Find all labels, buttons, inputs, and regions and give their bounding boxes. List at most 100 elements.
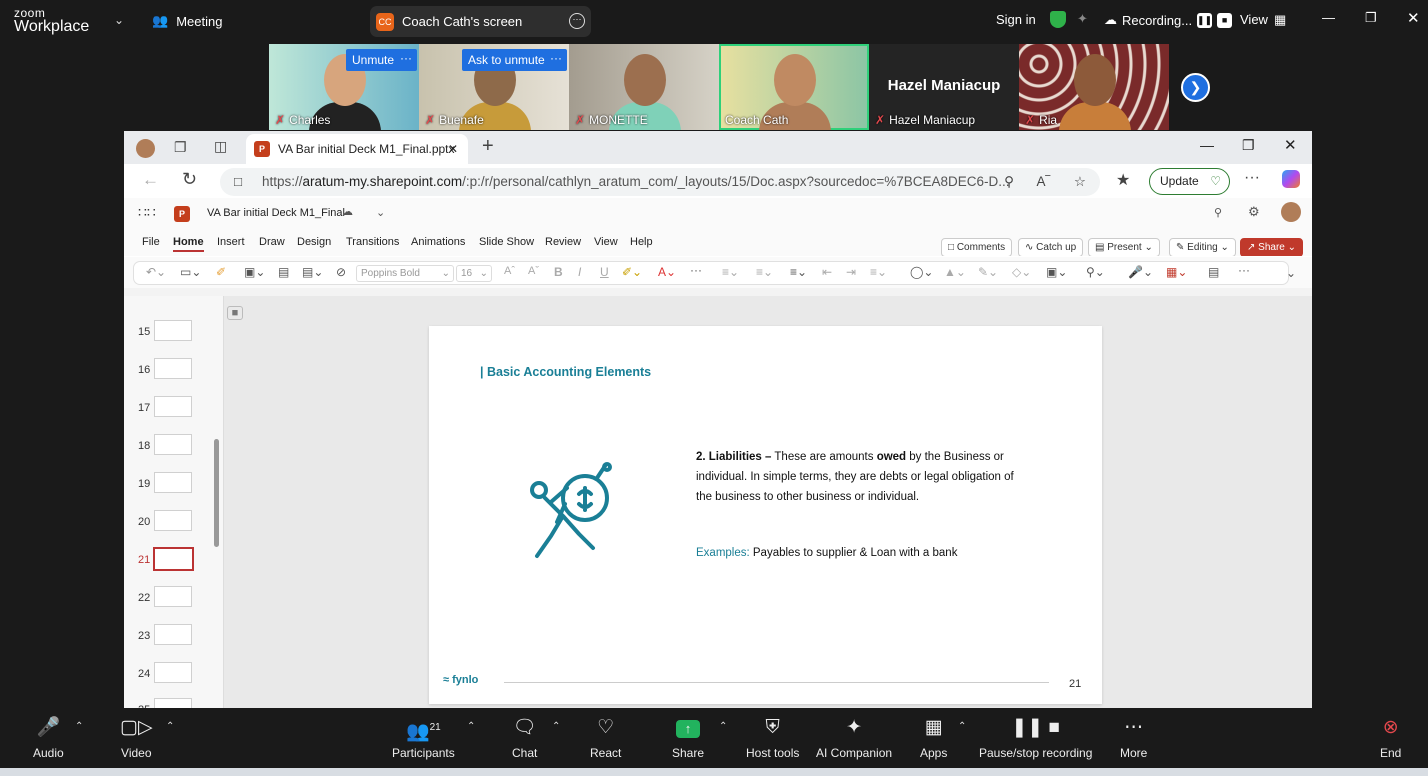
tab-home[interactable]: Home [173, 236, 204, 252]
document-title[interactable]: VA Bar initial Deck M1_Final [207, 207, 345, 219]
recording-indicator[interactable]: ☁ Recording... ❚❚ ■ [1104, 12, 1233, 28]
copilot-icon[interactable] [1282, 170, 1300, 188]
tile-more-icon[interactable]: ··· [395, 49, 417, 71]
designer-icon[interactable]: ▦⌄ [1166, 265, 1187, 279]
title-chevron-icon[interactable]: ⌄ [376, 206, 385, 219]
share-screen-button[interactable]: ↑ Share [672, 716, 704, 760]
tab-design[interactable]: Design [297, 236, 331, 248]
thumbnail-scrollbar[interactable] [214, 439, 219, 547]
more-font-icon[interactable]: ··· [690, 263, 702, 277]
font-color-icon[interactable]: A⌄ [658, 265, 676, 279]
browser-menu-icon[interactable]: ··· [1244, 169, 1260, 187]
refresh-icon[interactable]: ↻ [182, 169, 197, 190]
share-button[interactable]: ↗ Share ⌄ [1240, 238, 1304, 257]
video-button[interactable]: ▢▷ Video [120, 716, 153, 760]
tab-insert[interactable]: Insert [217, 236, 245, 248]
video-tile-monette[interactable]: ✗ MONETTE [569, 44, 719, 130]
addins-icon[interactable]: ▤ [1208, 265, 1219, 279]
url-field[interactable]: □ https://aratum-my.sharepoint.com/:p:/r… [220, 168, 1100, 196]
read-aloud-icon[interactable]: A‾ [1037, 168, 1051, 196]
ask-to-unmute-button[interactable]: Ask to unmute [462, 49, 551, 71]
reuse-slides-icon[interactable]: ▤ [278, 265, 289, 279]
tile-more-icon[interactable]: ··· [545, 49, 567, 71]
back-icon[interactable]: ← [142, 170, 159, 190]
shapes-icon[interactable]: ◯⌄ [910, 265, 933, 279]
ai-companion-button[interactable]: ✦ AI Companion [816, 716, 892, 760]
ai-sparkle-icon[interactable]: ✦ [1077, 11, 1088, 27]
audio-caret-icon[interactable]: ⌃ [75, 721, 83, 732]
slide-thumbnail[interactable]: 24 [138, 662, 192, 683]
format-painter-icon[interactable]: ✐ [216, 265, 226, 279]
tab-file[interactable]: File [142, 236, 160, 248]
video-tile-ria[interactable]: ✗ Ria [1019, 44, 1169, 130]
highlight-icon[interactable]: ✐⌄ [622, 265, 642, 279]
present-button[interactable]: ▤ Present ⌄ [1088, 238, 1160, 257]
tab-review[interactable]: Review [545, 236, 581, 248]
chat-caret-icon[interactable]: ⌃ [552, 721, 560, 732]
settings-gear-icon[interactable]: ⚙ [1248, 204, 1260, 220]
slide-canvas[interactable]: | Basic Accounting Elements 2. Liabiliti… [429, 326, 1102, 704]
slide-thumbnail[interactable]: 17 [138, 396, 192, 417]
more-button[interactable]: ⋯ More [1120, 716, 1147, 760]
apps-button[interactable]: ▦ Apps [920, 716, 947, 760]
slide-thumbnail[interactable]: 22 [138, 586, 192, 607]
chevron-down-icon[interactable]: ⌄ [114, 13, 124, 27]
font-size-select[interactable]: 16 ⌄ [456, 265, 492, 282]
unmute-button[interactable]: Unmute [346, 49, 401, 71]
tab-help[interactable]: Help [630, 236, 653, 248]
stop-icon[interactable]: ■ [1217, 12, 1233, 28]
close-icon[interactable]: ✕ [1284, 136, 1297, 154]
browser-tab[interactable]: P VA Bar initial Deck M1_Final.pptx ✕ [246, 134, 468, 164]
slide-thumbnail[interactable]: 23 [138, 624, 192, 645]
increase-font-icon[interactable]: Aˆ [504, 265, 515, 277]
slide-thumbnail[interactable]: 20 [138, 510, 192, 531]
favorites-icon[interactable]: ★ [1116, 170, 1130, 190]
participants-button[interactable]: 👥21 Participants [392, 716, 455, 760]
chat-button[interactable]: 🗨 Chat [512, 716, 537, 760]
user-avatar[interactable] [1281, 202, 1301, 222]
shape-outline-icon[interactable]: ✎⌄ [978, 265, 998, 279]
site-info-icon[interactable]: □ [234, 168, 242, 196]
indent-more-icon[interactable]: ⇥ [846, 265, 856, 279]
tab-slideshow[interactable]: Slide Show [479, 236, 534, 248]
meeting-info-button[interactable]: 👥 Meeting [152, 13, 222, 29]
tab-view[interactable]: View [594, 236, 618, 248]
hide-slide-icon[interactable]: ⊘ [336, 265, 346, 279]
tab-transitions[interactable]: Transitions [346, 236, 399, 248]
end-meeting-button[interactable]: ⊗ End [1380, 716, 1401, 760]
app-launcher-icon[interactable]: ∷∷ [138, 204, 156, 221]
sign-in-button[interactable]: Sign in [996, 12, 1036, 27]
video-tile-hazel[interactable]: Hazel Maniacup ✗ Hazel Maniacup [869, 44, 1019, 130]
profile-avatar[interactable] [136, 139, 155, 158]
editing-mode-button[interactable]: ✎ Editing ⌄ [1169, 238, 1236, 257]
workspaces-icon[interactable]: ❐ [174, 139, 187, 156]
chevron-right-icon[interactable]: ❯ [1181, 73, 1210, 102]
video-tile-buenafe[interactable]: Ask to unmute ··· ✗ Buenafe [419, 44, 569, 130]
pause-stop-recording-button[interactable]: ❚❚ ■ Pause/stop recording [979, 716, 1092, 760]
restore-icon[interactable]: ❐ [1242, 137, 1255, 154]
video-caret-icon[interactable]: ⌃ [166, 721, 174, 732]
audio-button[interactable]: 🎤 Audio [33, 716, 64, 760]
minimize-icon[interactable]: — [1322, 10, 1335, 25]
clipboard-icon[interactable]: ▭⌄ [180, 265, 201, 279]
search-icon[interactable]: ⚲ [1214, 206, 1222, 219]
ribbon-more-icon[interactable]: ··· [1238, 263, 1250, 277]
update-button[interactable]: Update ♡ [1149, 168, 1230, 195]
video-tile-coach-cath[interactable]: Coach Cath [719, 44, 869, 130]
italic-icon[interactable]: I [578, 265, 581, 279]
tab-draw[interactable]: Draw [259, 236, 285, 248]
bold-icon[interactable]: B [554, 265, 563, 279]
new-tab-icon[interactable]: + [482, 135, 494, 158]
view-button[interactable]: View ▦ [1240, 12, 1286, 28]
align-icon[interactable]: ≡⌄ [790, 265, 807, 279]
react-button[interactable]: ♡ React [590, 716, 621, 760]
collapse-pane-icon[interactable]: ■ [227, 306, 243, 320]
slide-thumbnail-selected[interactable]: 21 [138, 547, 194, 571]
layout-icon[interactable]: ▤⌄ [302, 265, 323, 279]
apps-caret-icon[interactable]: ⌃ [958, 721, 966, 732]
comments-button[interactable]: □ Comments [941, 238, 1013, 257]
underline-icon[interactable]: U [600, 265, 609, 279]
line-spacing-icon[interactable]: ≡⌄ [870, 265, 887, 279]
font-name-select[interactable]: Poppins Bold ⌄ [356, 265, 454, 282]
decrease-font-icon[interactable]: Aˇ [528, 265, 539, 277]
